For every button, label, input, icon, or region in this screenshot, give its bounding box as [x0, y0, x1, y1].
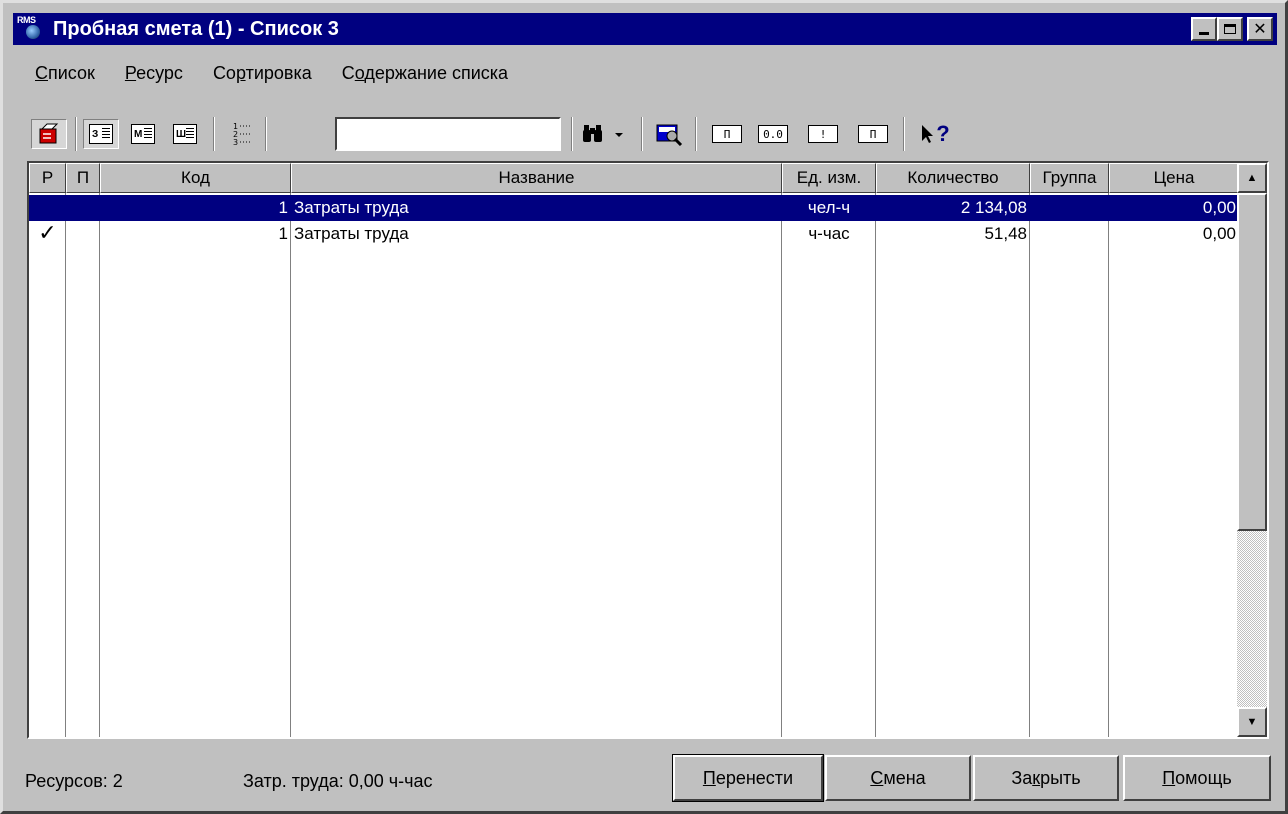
title-bar[interactable]: RMS Пробная смета (1) - Список 3 ✕: [13, 13, 1277, 45]
toolbar-separator: [213, 117, 215, 151]
column-header-group[interactable]: Группа: [1030, 163, 1109, 193]
menu-bar: Список Ресурс Сортировка Содержание спис…: [17, 63, 518, 84]
scrollbar-thumb[interactable]: [1237, 193, 1267, 531]
scroll-down-button[interactable]: ▼: [1237, 707, 1267, 737]
close-dialog-button[interactable]: За к рыть: [973, 755, 1119, 801]
maximize-button[interactable]: [1217, 17, 1243, 41]
cell-unit: ч-час: [808, 224, 850, 243]
labor-total: Затр. труда: 0,00 ч-час: [243, 771, 433, 791]
view-wide-icon: Ш: [173, 124, 197, 144]
window-title: Пробная смета (1) - Список 3: [53, 17, 339, 40]
menu-list[interactable]: Список: [17, 63, 105, 84]
maximize-icon: [1224, 24, 1236, 34]
view-medium-icon: М: [131, 124, 155, 144]
cell-price: 0,00: [1202, 198, 1236, 217]
column-line: [1030, 163, 1109, 737]
svg-text:3: 3: [233, 138, 238, 147]
resource-table[interactable]: Р П Код Название Ед. изм. Количество Гру…: [27, 161, 1269, 739]
transfer-button[interactable]: Перенести: [672, 754, 824, 802]
column-line: [100, 163, 291, 737]
cell-quantity: 2 134,08: [960, 198, 1027, 217]
table-row[interactable]: ✓ 1 Затраты труда ч-час 51,48 0,00: [29, 221, 1239, 247]
resources-count: Ресурсов: 2: [25, 771, 123, 791]
toolbar-separator: [903, 117, 905, 151]
toolbar-separator: [641, 117, 643, 151]
toolbar-separator: [695, 117, 697, 151]
filter-p2-label: П: [858, 125, 888, 143]
column-header-quantity[interactable]: Количество: [876, 163, 1030, 193]
menu-list-content[interactable]: Содержание списка: [322, 63, 518, 84]
help-question-icon: ?: [936, 121, 950, 146]
toolbar-separator: [571, 117, 573, 151]
column-header-name[interactable]: Название: [291, 163, 782, 193]
view-medium-button[interactable]: М: [125, 119, 161, 149]
menu-resource[interactable]: Ресурс: [105, 63, 193, 84]
view-short-icon: З: [89, 124, 113, 144]
column-header-price[interactable]: Цена: [1109, 163, 1239, 193]
context-help-button[interactable]: ?: [913, 119, 957, 149]
pointer-arrow-icon: [922, 125, 934, 143]
cell-p: [66, 195, 100, 221]
cell-r: [29, 195, 66, 221]
vertical-scrollbar[interactable]: ▲ ▼: [1237, 163, 1267, 737]
cell-price: 0,00: [1202, 224, 1236, 243]
binoculars-icon: [583, 125, 623, 142]
filter-exclaim-button[interactable]: !: [803, 119, 843, 149]
help-button[interactable]: Помощь: [1123, 755, 1271, 801]
close-button[interactable]: ✕: [1247, 17, 1273, 41]
cell-code: 1: [278, 224, 288, 243]
view-wide-button[interactable]: Ш: [167, 119, 203, 149]
find-button[interactable]: [579, 119, 633, 149]
search-input[interactable]: [335, 117, 561, 151]
cell-p: [66, 221, 100, 247]
filter-p2-button[interactable]: П: [853, 119, 893, 149]
toolbar: З М Ш 1 2 3 П 0.0 ! П ?: [31, 111, 1041, 155]
toolbar-separator: [265, 117, 267, 151]
cell-group: [1030, 195, 1109, 221]
checkmark-icon: ✓: [38, 221, 57, 246]
minimize-icon: [1199, 32, 1209, 35]
app-icon-text: RMS: [17, 15, 36, 25]
arrow-up-icon: ▲: [1246, 172, 1258, 184]
filter-exclaim-label: !: [808, 125, 838, 143]
numbering-button[interactable]: 1 2 3: [227, 119, 257, 149]
close-icon: ✕: [1253, 19, 1267, 38]
edit-card-button[interactable]: [31, 119, 67, 149]
cell-unit: чел-ч: [807, 198, 851, 217]
cell-quantity: 51,48: [984, 224, 1027, 243]
minimize-button[interactable]: [1191, 17, 1217, 41]
column-line: [29, 163, 66, 737]
column-header-p[interactable]: П: [66, 163, 100, 193]
column-line: [876, 163, 1030, 737]
column-header-code[interactable]: Код: [100, 163, 291, 193]
card-icon: [39, 123, 59, 144]
numbered-list-icon: 1 2 3: [233, 122, 250, 147]
column-header-r[interactable]: Р: [29, 163, 66, 193]
window: RMS Пробная смета (1) - Список 3 ✕ Списо…: [0, 0, 1288, 814]
column-line: [66, 163, 100, 737]
arrow-down-icon: ▼: [1246, 716, 1258, 728]
cell-name: Затраты труда: [294, 224, 409, 243]
column-line: [291, 163, 782, 737]
filter-zero-label: 0.0: [758, 125, 788, 143]
globe-icon: [26, 25, 40, 39]
cell-group: [1030, 221, 1109, 247]
column-line: [782, 163, 876, 737]
filter-p-label: П: [712, 125, 742, 143]
app-icon[interactable]: RMS: [17, 15, 51, 43]
change-button[interactable]: Смена: [825, 755, 971, 801]
preview-icon: [656, 124, 683, 146]
window-controls: ✕: [1191, 17, 1273, 41]
cell-code: 1: [278, 198, 288, 217]
column-header-unit[interactable]: Ед. изм.: [782, 163, 876, 193]
preview-button[interactable]: [651, 119, 687, 149]
view-short-button[interactable]: З: [83, 119, 119, 149]
toolbar-separator: [75, 117, 77, 151]
cell-name: Затраты труда: [294, 198, 409, 217]
scroll-up-button[interactable]: ▲: [1237, 163, 1267, 193]
table-row[interactable]: 1 Затраты труда чел-ч 2 134,08 0,00: [29, 195, 1239, 221]
filter-zero-button[interactable]: 0.0: [753, 119, 793, 149]
filter-p-button[interactable]: П: [707, 119, 747, 149]
menu-sort[interactable]: Сортировка: [193, 63, 322, 84]
